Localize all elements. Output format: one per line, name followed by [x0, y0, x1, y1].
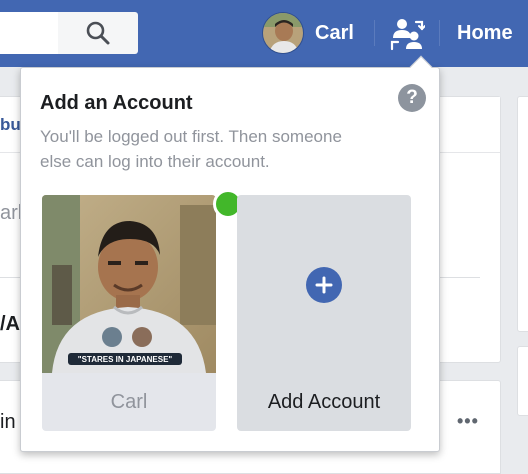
help-icon[interactable]: ? [398, 84, 426, 112]
divider [374, 20, 375, 46]
shirt-caption: "STARES IN JAPANESE" [78, 355, 173, 364]
background-text: in [0, 411, 16, 433]
plus-icon [306, 267, 342, 303]
account-tile-carl[interactable]: "STARES IN JAPANESE" Carl [42, 195, 216, 431]
background-text: /A [0, 313, 20, 335]
account-name: Carl [110, 390, 148, 413]
more-options-button[interactable]: ••• [457, 411, 479, 432]
add-account-popover: Add an Account ? You'll be logged out fi… [20, 55, 440, 452]
popover-description: You'll be logged out first. Then someone… [40, 127, 342, 171]
search-button[interactable] [58, 12, 138, 54]
switch-accounts-button[interactable] [385, 12, 429, 56]
account-photo: "STARES IN JAPANESE" [42, 195, 216, 373]
background-text: bu [0, 115, 21, 134]
switch-accounts-icon [390, 19, 425, 51]
divider [439, 20, 440, 46]
profile-name: Carl [315, 21, 354, 44]
background-side-card [517, 96, 528, 332]
search-input[interactable] [0, 12, 58, 54]
add-account-tile[interactable]: Add Account [237, 195, 411, 431]
avatar [262, 12, 304, 54]
profile-link[interactable]: Carl [262, 12, 354, 54]
top-navigation-bar: Carl Home [0, 0, 528, 67]
popover-title: Add an Account [40, 92, 193, 114]
home-link[interactable]: Home [457, 22, 513, 45]
background-side-card [517, 346, 528, 416]
add-account-label: Add Account [267, 390, 381, 413]
search-icon [86, 21, 110, 45]
